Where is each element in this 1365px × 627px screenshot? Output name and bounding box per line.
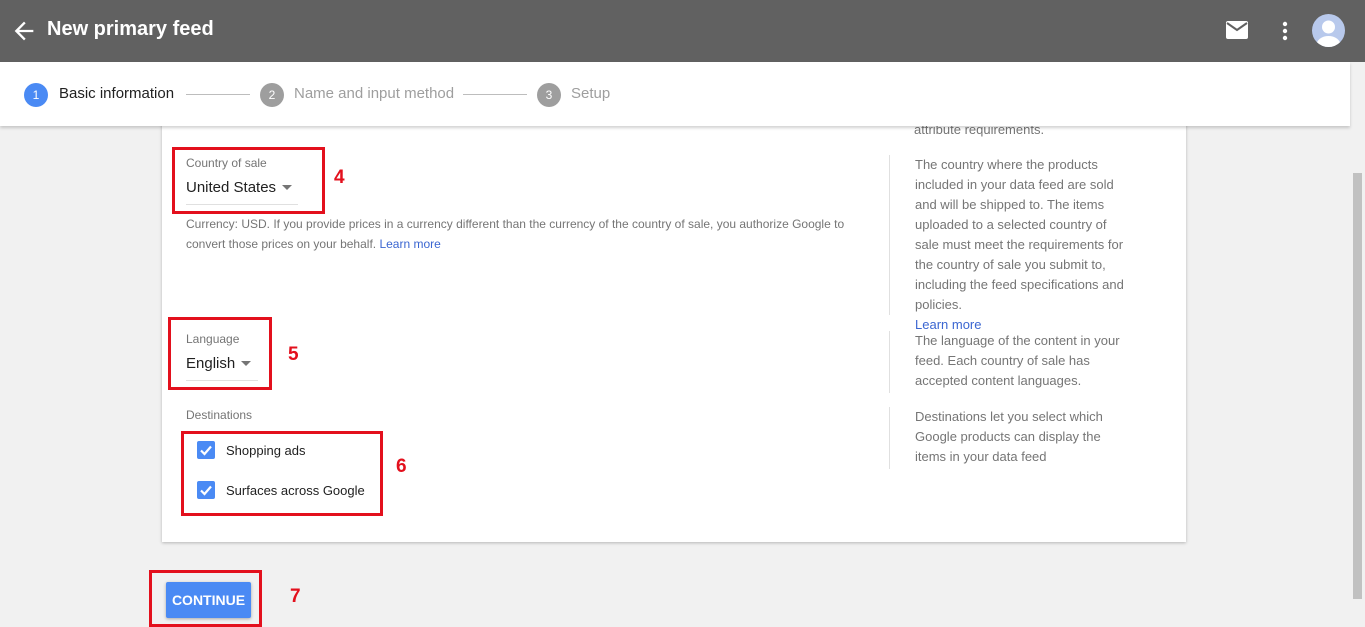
- language-helper: The language of the content in your feed…: [889, 331, 1129, 393]
- annotation-box-5: [168, 317, 272, 390]
- step-3-label: Setup: [571, 85, 611, 102]
- back-arrow-icon[interactable]: [10, 17, 38, 45]
- destinations-helper: Destinations let you select which Google…: [889, 407, 1129, 469]
- avatar[interactable]: [1312, 14, 1345, 47]
- step-3-number: 3: [537, 83, 561, 107]
- more-vert-icon[interactable]: [1276, 18, 1294, 44]
- country-learn-more-link[interactable]: Learn more: [915, 317, 981, 332]
- annotation-number-7: 7: [290, 586, 301, 607]
- step-connector: [463, 94, 527, 95]
- destinations-label: Destinations: [186, 408, 253, 422]
- annotation-box-7: [149, 570, 262, 627]
- step-2-label: Name and input method: [294, 85, 455, 102]
- annotation-number-6: 6: [396, 456, 407, 477]
- currency-hint: Currency: USD. If you provide prices in …: [186, 214, 856, 254]
- step-1-label[interactable]: Basic information: [59, 85, 174, 102]
- currency-hint-text: Currency: USD. If you provide prices in …: [186, 217, 845, 251]
- country-helper-text: The country where the products included …: [915, 157, 1124, 312]
- step-connector: [186, 94, 250, 95]
- stepper: 1 Basic information 2 Name and input met…: [0, 62, 1350, 126]
- scrollbar-thumb[interactable]: [1353, 173, 1362, 599]
- page-title: New primary feed: [47, 18, 214, 40]
- annotation-number-4: 4: [334, 167, 345, 188]
- step-1-number: 1: [24, 83, 48, 107]
- top-app-bar: New primary feed: [0, 0, 1365, 62]
- country-helper: The country where the products included …: [889, 155, 1129, 332]
- currency-learn-more-link[interactable]: Learn more: [379, 237, 440, 251]
- annotation-box-6: [181, 431, 383, 516]
- annotation-number-5: 5: [288, 344, 299, 365]
- mail-icon[interactable]: [1225, 20, 1249, 40]
- annotation-box-4: [172, 147, 325, 214]
- avatar-icon: [1316, 20, 1341, 47]
- step-2-number: 2: [260, 83, 284, 107]
